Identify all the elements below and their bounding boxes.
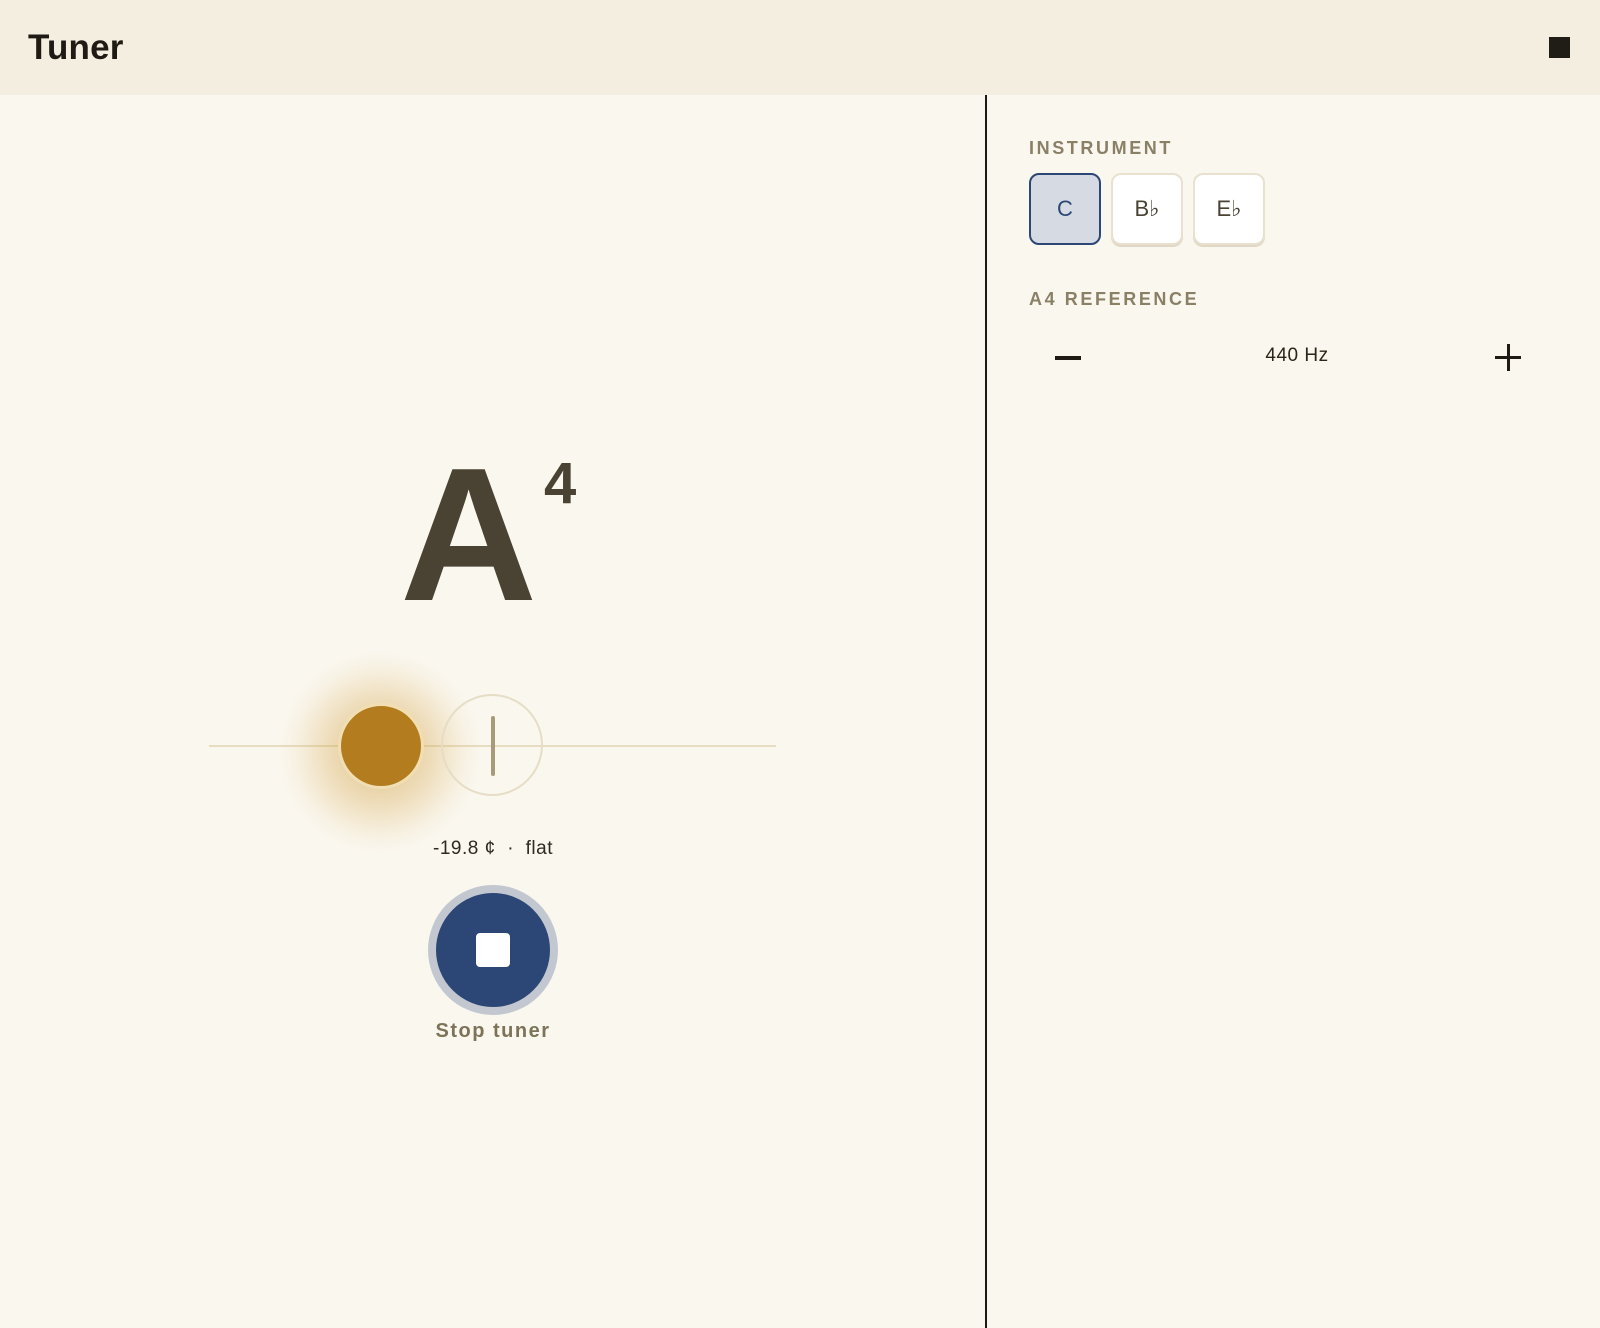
stop-tuner-label: Stop tuner	[435, 1020, 551, 1042]
stop-tuner-button[interactable]	[428, 885, 558, 1015]
reference-frequency: 440 Hz	[1197, 345, 1397, 367]
app-header: Tuner	[0, 0, 1600, 95]
stop-square-icon[interactable]	[1549, 37, 1570, 58]
instrument-section-label: INSTRUMENT	[1029, 138, 1173, 158]
tuner-app: Tuner A 4 -19.8 ¢ · flat Stop tuner INST…	[0, 0, 1600, 1328]
tuning-status: flat	[525, 838, 553, 859]
stop-icon	[476, 933, 510, 967]
pitch-indicator-dot	[338, 703, 424, 789]
note-letter: A	[400, 429, 538, 641]
instrument-b-flat-button[interactable]: B♭	[1111, 173, 1183, 245]
reference-section-label: A4 REFERENCE	[1029, 289, 1200, 309]
cents-readout: -19.8 ¢ · flat	[384, 838, 602, 860]
settings-panel: INSTRUMENT C B♭ E♭ A4 REFERENCE 440 Hz	[987, 95, 1600, 1328]
cents-value: -19.8 ¢	[433, 838, 496, 859]
instrument-c-button[interactable]: C	[1029, 173, 1101, 245]
app-title: Tuner	[28, 28, 124, 67]
target-mark	[491, 716, 495, 776]
tuner-main-panel: A 4 -19.8 ¢ · flat Stop tuner	[0, 95, 986, 1328]
minus-icon	[1055, 356, 1081, 360]
decrease-reference-button[interactable]	[1047, 335, 1091, 379]
plus-icon-vertical	[1507, 344, 1510, 371]
reference-unit: Hz	[1304, 345, 1329, 366]
reference-value: 440	[1265, 345, 1299, 366]
increase-reference-button[interactable]	[1485, 335, 1529, 379]
note-octave: 4	[544, 451, 577, 516]
instrument-e-flat-button[interactable]: E♭	[1193, 173, 1265, 245]
